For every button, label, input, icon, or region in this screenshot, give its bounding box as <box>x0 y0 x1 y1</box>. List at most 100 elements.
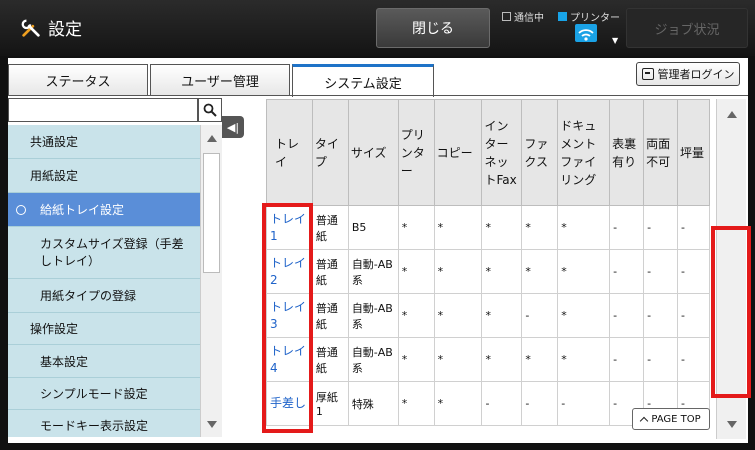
table-cell: - <box>557 381 611 426</box>
job-status-button[interactable]: ジョブ状況 <box>626 8 748 48</box>
table-row[interactable]: トレイ1 普通紙 B5 * * * * * - - - <box>266 205 710 250</box>
col-header-fax: ファクス <box>521 99 559 206</box>
wrench-screwdriver-icon <box>21 19 40 37</box>
table-cell: 自動-AB系 <box>347 249 399 294</box>
table-cell: - <box>609 337 645 382</box>
page-top-label: PAGE TOP <box>651 413 701 425</box>
settings-nav: 共通設定 用紙設定 給紙トレイ設定 カスタムサイズ登録（手差しトレイ） 用紙タイ… <box>8 125 200 437</box>
nav-item-label: 共通設定 <box>30 135 79 149</box>
caret-down-icon[interactable]: ▼ <box>612 36 618 45</box>
tab-system-settings[interactable]: システム設定 <box>292 64 434 97</box>
table-cell: * <box>557 249 611 294</box>
col-header-duplex-disabled: 両面不可 <box>643 99 678 206</box>
table-cell: * <box>433 205 483 250</box>
nav-scrollbar[interactable] <box>200 125 222 437</box>
comm-status: 通信中 <box>502 9 544 24</box>
scrollbar-highlight <box>711 226 751 398</box>
table-cell: * <box>481 293 523 338</box>
close-button[interactable]: 閉じる <box>376 8 490 48</box>
table-cell: * <box>397 381 435 426</box>
table-cell: 自動-AB系 <box>347 293 399 338</box>
search-icon <box>203 103 217 117</box>
table-cell: - <box>643 293 678 338</box>
tab-status[interactable]: ステータス <box>8 64 148 96</box>
printer-status-label: プリンター <box>570 13 620 24</box>
login-icon <box>641 68 654 80</box>
col-header-size: サイズ <box>347 99 399 206</box>
scroll-down-icon[interactable] <box>727 421 737 428</box>
table-cell: * <box>521 337 559 382</box>
nav-item-paper-settings[interactable]: 用紙設定 <box>8 159 200 193</box>
table-cell: * <box>397 249 435 294</box>
page-top-button[interactable]: PAGE TOP <box>632 408 710 430</box>
table-cell: * <box>433 337 483 382</box>
table-cell: - <box>676 337 710 382</box>
col-header-basis-weight: 坪量 <box>676 99 710 206</box>
scroll-up-icon[interactable] <box>727 111 737 118</box>
collapse-arrow-icon: ◀| <box>226 120 240 134</box>
nav-item-common-settings[interactable]: 共通設定 <box>8 125 200 159</box>
col-header-copy: コピー <box>433 99 483 206</box>
nav-item-mode-key-display[interactable]: モードキー表示設定 <box>8 410 200 437</box>
nav-item-label: 給紙トレイ設定 <box>40 203 125 217</box>
tab-bar: ステータス ユーザー管理 システム設定 管理者ログイン <box>8 58 748 97</box>
search-input[interactable] <box>8 98 198 122</box>
nav-item-paper-tray-settings[interactable]: 給紙トレイ設定 <box>8 193 200 227</box>
nav-item-operation-settings[interactable]: 操作設定 <box>8 313 200 345</box>
nav-item-label: 用紙設定 <box>30 169 79 183</box>
table-cell: * <box>433 293 483 338</box>
col-header-type: タイプ <box>311 99 349 206</box>
search-button[interactable] <box>198 98 222 122</box>
admin-login-label: 管理者ログイン <box>657 68 735 81</box>
table-cell: - <box>643 249 678 294</box>
col-header-internet-fax: インターネットFax <box>481 99 523 206</box>
nav-item-basic-settings[interactable]: 基本設定 <box>8 345 200 378</box>
table-cell: - <box>481 381 523 426</box>
table-cell: * <box>521 205 559 250</box>
table-cell: 普通紙 <box>311 337 349 382</box>
table-cell: * <box>481 205 523 250</box>
printer-status-indicator <box>558 12 567 21</box>
tray-settings-table: トレイ タイプ サイズ プリンター コピー インターネットFax ファクス ドキ… <box>266 99 710 426</box>
scroll-down-icon[interactable] <box>207 421 217 428</box>
table-cell: * <box>433 381 483 426</box>
collapse-nav-button[interactable]: ◀| <box>222 116 244 138</box>
table-header-row: トレイ タイプ サイズ プリンター コピー インターネットFax ファクス ドキ… <box>266 99 710 206</box>
table-row[interactable]: トレイ3 普通紙 自動-AB系 * * * - * - - - <box>266 293 710 338</box>
table-cell: - <box>676 249 710 294</box>
table-cell: - <box>643 205 678 250</box>
nav-item-label: 操作設定 <box>30 322 79 336</box>
selected-indicator-icon <box>16 204 26 215</box>
table-cell: * <box>521 249 559 294</box>
scroll-up-icon[interactable] <box>207 135 217 142</box>
table-row[interactable]: トレイ4 普通紙 自動-AB系 * * * * * - - - <box>266 337 710 382</box>
table-cell: B5 <box>347 205 399 250</box>
table-cell: - <box>643 337 678 382</box>
nav-item-label: シンプルモード設定 <box>40 387 148 401</box>
table-cell: * <box>397 205 435 250</box>
col-header-tray: トレイ <box>266 99 313 206</box>
admin-login-button[interactable]: 管理者ログイン <box>636 62 740 86</box>
wifi-icon[interactable] <box>575 24 597 42</box>
nav-item-simple-mode[interactable]: シンプルモード設定 <box>8 378 200 410</box>
nav-scroll-thumb[interactable] <box>203 153 220 273</box>
comm-status-label: 通信中 <box>514 13 544 24</box>
nav-item-paper-type[interactable]: 用紙タイプの登録 <box>8 279 200 313</box>
table-cell: 自動-AB系 <box>347 337 399 382</box>
table-cell: * <box>557 205 611 250</box>
table-cell: * <box>481 249 523 294</box>
tray-table-container: トレイ タイプ サイズ プリンター コピー インターネットFax ファクス ドキ… <box>266 99 710 439</box>
table-cell: 普通紙 <box>311 293 349 338</box>
table-cell: * <box>397 293 435 338</box>
table-row[interactable]: トレイ2 普通紙 自動-AB系 * * * * * - - - <box>266 249 710 294</box>
tab-user-management[interactable]: ユーザー管理 <box>150 64 290 96</box>
caret-up-icon <box>640 416 649 425</box>
table-cell: 普通紙 <box>311 249 349 294</box>
nav-item-label: 用紙タイプの登録 <box>40 289 137 303</box>
nav-item-custom-size[interactable]: カスタムサイズ登録（手差しトレイ） <box>8 227 200 279</box>
table-cell: - <box>676 205 710 250</box>
table-cell: * <box>557 337 611 382</box>
col-header-printer: プリンター <box>397 99 435 206</box>
nav-item-label: カスタムサイズ登録（手差しトレイ） <box>40 236 184 268</box>
nav-item-label: 基本設定 <box>40 354 89 369</box>
